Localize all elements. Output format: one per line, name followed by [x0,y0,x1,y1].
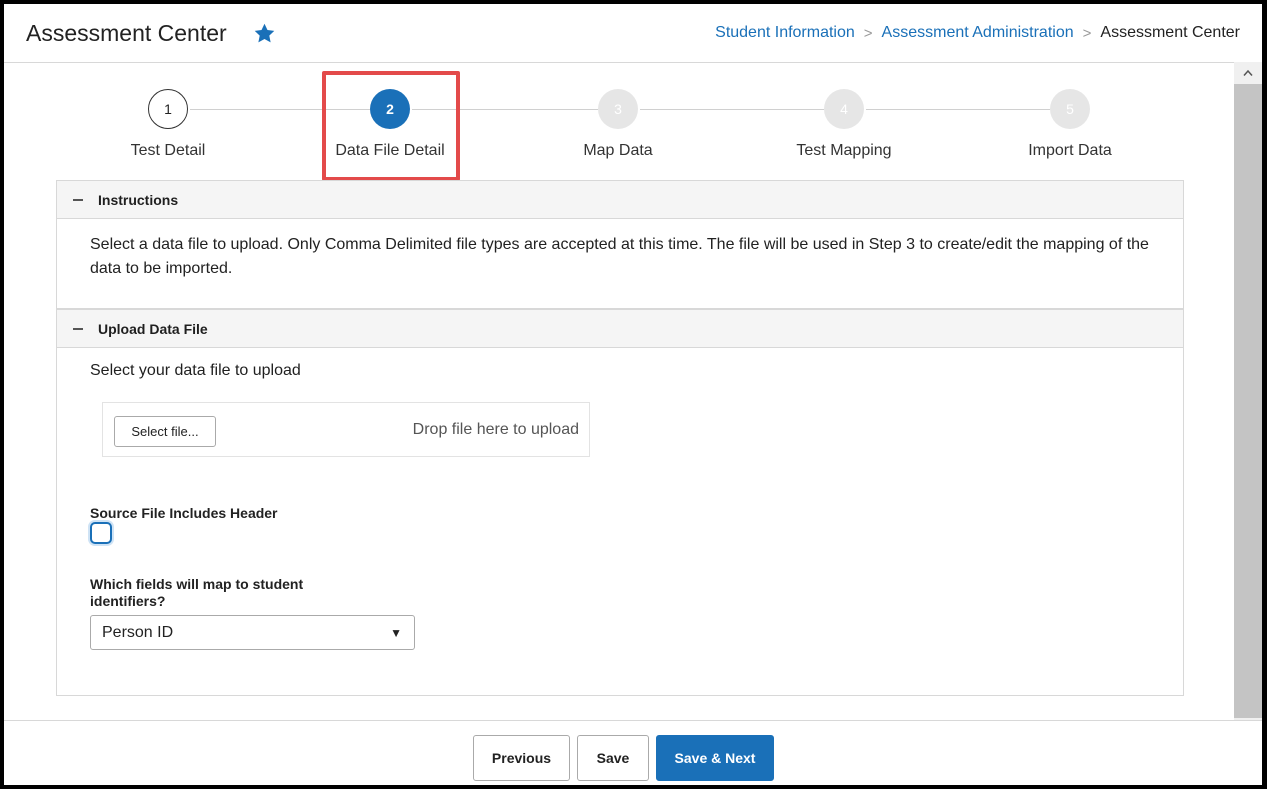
dropzone-hint: Drop file here to upload [412,421,579,438]
step-1-label[interactable]: Test Detail [88,142,248,160]
step-connector [640,109,824,110]
instructions-panel: Instructions Select a data file to uploa… [56,180,1184,309]
breadcrumb-assessment-administration[interactable]: Assessment Administration [882,24,1074,42]
file-dropzone[interactable]: Select file... Drop file here to upload [102,402,590,457]
page-title: Assessment Center [26,20,227,46]
step-4-label: Test Mapping [796,142,892,159]
step-highlight-annotation [322,71,460,181]
step-3-circle: 3 [598,89,638,129]
header-checkbox-label: Source File Includes Header [90,505,278,521]
save-and-next-button[interactable]: Save & Next [656,735,774,781]
page-header: Assessment Center Student Information > … [4,4,1262,63]
breadcrumb-student-information[interactable]: Student Information [715,24,855,42]
header-checkbox[interactable] [90,522,112,544]
scroll-up-arrow-icon[interactable] [1234,62,1262,84]
footer-actions: Previous Save Save & Next [4,720,1262,785]
select-file-button[interactable]: Select file... [114,416,216,447]
instructions-heading: Instructions [98,191,179,208]
step-connector [866,109,1050,110]
wizard-stepper: 1 2 3 4 5 Test Detail Data File Detail M… [4,62,1234,182]
upload-heading: Upload Data File [98,320,208,337]
instructions-panel-header[interactable]: Instructions [57,181,1183,219]
collapse-icon[interactable] [73,198,83,201]
upload-prompt: Select your data file to upload [90,362,301,379]
previous-button[interactable]: Previous [473,735,570,781]
identifier-select-value: Person ID [102,623,174,641]
step-4-circle: 4 [824,89,864,129]
step-5-circle: 5 [1050,89,1090,129]
chevron-right-icon: > [863,24,873,42]
upload-panel-header[interactable]: Upload Data File [57,310,1183,348]
chevron-down-icon: ▼ [390,625,402,640]
step-3-label: Map Data [583,142,653,159]
scrollbar-thumb[interactable] [1234,84,1262,718]
breadcrumb: Student Information > Assessment Adminis… [715,24,1240,42]
identifier-label: Which fields will map to student identif… [90,576,304,609]
star-icon[interactable] [253,22,276,45]
save-button[interactable]: Save [577,735,649,781]
app-window: Assessment Center Student Information > … [4,4,1262,785]
identifier-select[interactable]: Person ID ▼ [90,615,415,650]
step-5-label: Import Data [1028,142,1112,159]
breadcrumb-current: Assessment Center [1100,24,1240,41]
step-1-circle[interactable]: 1 [148,89,188,129]
instructions-text: Select a data file to upload. Only Comma… [90,236,1149,277]
collapse-icon[interactable] [73,327,83,330]
chevron-right-icon: > [1082,24,1092,42]
upload-panel: Upload Data File Select your data file t… [56,309,1184,696]
